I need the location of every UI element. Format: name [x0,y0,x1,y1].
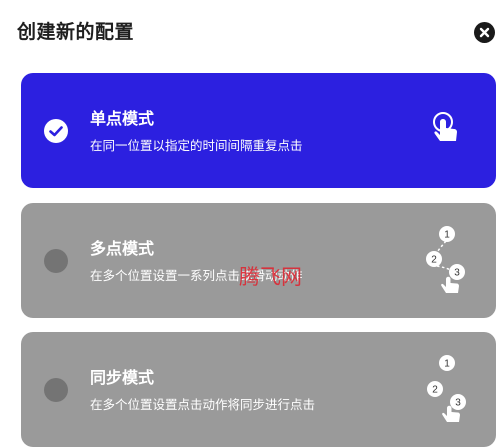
mode-title: 单点模式 [90,109,155,128]
mode-card-single[interactable]: 单点模式 在同一位置以指定的时间间隔重复点击 [21,73,496,188]
mode-title: 多点模式 [90,239,155,258]
step-label: 2 [432,385,438,396]
multi-tap-icon: 1 2 3 [426,226,465,293]
dialog-title: 创建新的配置 [17,21,135,43]
step-label: 3 [455,398,461,409]
mode-description: 在多个位置设置点击动作将同步进行点击 [90,397,316,412]
step-label: 1 [444,230,450,241]
dialog-header: 创建新的配置 [0,0,496,64]
mode-card-multi[interactable]: 多点模式 在多个位置设置一系列点击或滑动动作 1 2 3 [21,203,496,318]
sync-tap-icon: 1 2 3 [427,355,466,422]
radio-selected[interactable] [44,119,68,143]
step-label: 3 [454,268,460,279]
watermark: 腾飞网 [239,265,302,289]
tap-finger-icon [433,112,457,141]
mode-title: 同步模式 [90,368,155,387]
close-icon [479,27,490,38]
step-label: 1 [444,359,450,370]
mode-description: 在同一位置以指定的时间间隔重复点击 [90,138,303,153]
radio-unselected[interactable] [44,378,68,402]
close-button[interactable] [474,22,495,43]
mode-card-sync[interactable]: 同步模式 在多个位置设置点击动作将同步进行点击 1 2 3 [21,332,496,447]
step-label: 2 [431,255,437,266]
radio-unselected[interactable] [44,249,68,273]
check-icon [49,126,63,137]
